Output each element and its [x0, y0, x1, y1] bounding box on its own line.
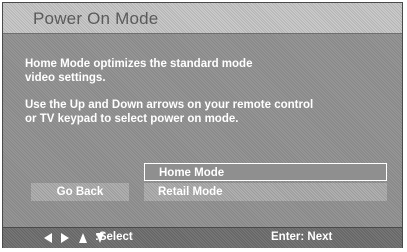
- left-arrow-icon: [44, 233, 52, 243]
- up-arrow-icon: [78, 233, 87, 243]
- option-home-mode[interactable]: Home Mode: [144, 163, 387, 181]
- select-hint: :Select: [95, 231, 133, 243]
- footer-bar: :Select Enter: Next: [3, 227, 402, 248]
- enter-hint: Enter: Next: [271, 231, 333, 243]
- description-home-mode: Home Mode optimizes the standard mode vi…: [25, 58, 253, 84]
- title-bar: Power On Mode: [3, 3, 402, 34]
- page-title: Power On Mode: [33, 9, 159, 28]
- description-instructions: Use the Up and Down arrows on your remot…: [25, 99, 314, 125]
- option-retail-mode[interactable]: Retail Mode: [144, 183, 387, 201]
- go-back-button[interactable]: Go Back: [31, 183, 129, 201]
- power-on-mode-screen: Power On Mode Home Mode optimizes the st…: [2, 2, 403, 248]
- right-arrow-icon: [61, 233, 70, 243]
